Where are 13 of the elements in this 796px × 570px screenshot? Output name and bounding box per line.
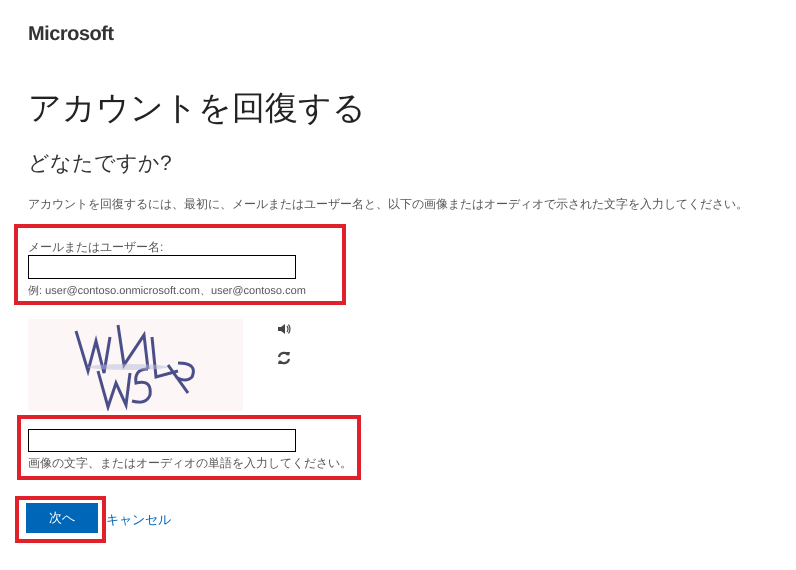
next-button[interactable]: 次へ [26, 503, 98, 533]
refresh-icon[interactable] [277, 351, 291, 365]
field-label: メールまたはユーザー名: [28, 240, 164, 254]
instruction-text: アカウントを回復するには、最初に、メールまたはユーザー名と、以下の画像またはオーディオで示された文字を入力してください。 [28, 196, 748, 212]
page-subtitle: どなたですか? [28, 151, 172, 177]
field-hint: 例: user@contoso.onmicrosoft.com、user@contoso.com [28, 284, 306, 298]
username-field[interactable] [28, 255, 296, 279]
logo-text: Microsoft [28, 22, 114, 46]
field-hint: 画像の文字、またはオーディオの単語を入力してください。 [28, 455, 352, 471]
speaker-icon[interactable] [277, 323, 291, 335]
page-title: アカウントを回復する [28, 88, 366, 128]
cancel-link[interactable]: キャンセル [106, 512, 171, 526]
captcha-field[interactable] [28, 429, 296, 452]
